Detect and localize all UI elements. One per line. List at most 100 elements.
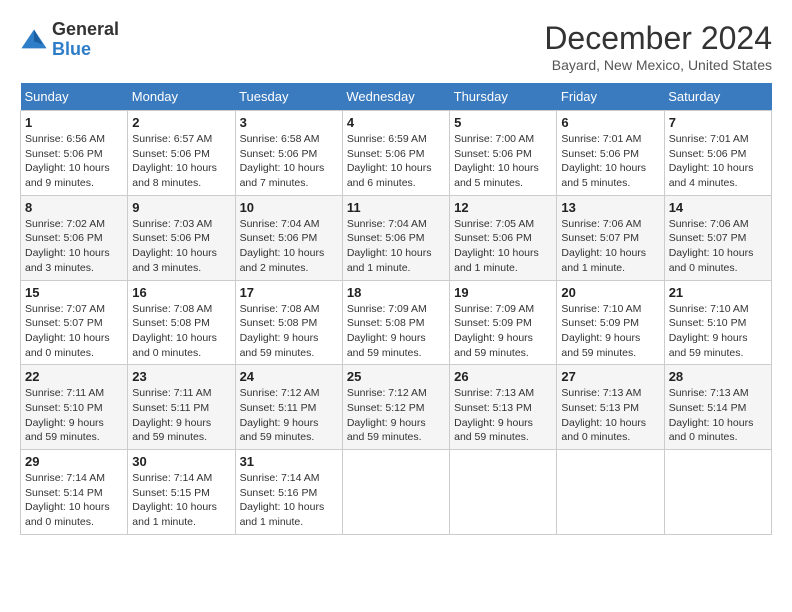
calendar-cell: 27 Sunrise: 7:13 AM Sunset: 5:13 PM Dayl… xyxy=(557,365,664,450)
day-number: 8 xyxy=(25,200,123,215)
day-number: 17 xyxy=(240,285,338,300)
calendar-cell: 9 Sunrise: 7:03 AM Sunset: 5:06 PM Dayli… xyxy=(128,195,235,280)
day-number: 30 xyxy=(132,454,230,469)
calendar-cell: 23 Sunrise: 7:11 AM Sunset: 5:11 PM Dayl… xyxy=(128,365,235,450)
logo-blue-text: Blue xyxy=(52,39,91,59)
weekday-header: Tuesday xyxy=(235,83,342,111)
day-number: 2 xyxy=(132,115,230,130)
weekday-header: Friday xyxy=(557,83,664,111)
calendar-cell: 5 Sunrise: 7:00 AM Sunset: 5:06 PM Dayli… xyxy=(450,111,557,196)
logo-general-text: General xyxy=(52,19,119,39)
day-number: 10 xyxy=(240,200,338,215)
calendar-week-row: 15 Sunrise: 7:07 AM Sunset: 5:07 PM Dayl… xyxy=(21,280,772,365)
calendar-cell: 4 Sunrise: 6:59 AM Sunset: 5:06 PM Dayli… xyxy=(342,111,449,196)
logo: General Blue xyxy=(20,20,119,60)
day-info: Sunrise: 6:57 AM Sunset: 5:06 PM Dayligh… xyxy=(132,132,230,191)
calendar-cell: 21 Sunrise: 7:10 AM Sunset: 5:10 PM Dayl… xyxy=(664,280,771,365)
day-number: 9 xyxy=(132,200,230,215)
day-number: 29 xyxy=(25,454,123,469)
weekday-header: Thursday xyxy=(450,83,557,111)
day-info: Sunrise: 7:02 AM Sunset: 5:06 PM Dayligh… xyxy=(25,217,123,276)
day-info: Sunrise: 7:13 AM Sunset: 5:14 PM Dayligh… xyxy=(669,386,767,445)
day-info: Sunrise: 7:09 AM Sunset: 5:09 PM Dayligh… xyxy=(454,302,552,361)
calendar-table: SundayMondayTuesdayWednesdayThursdayFrid… xyxy=(20,83,772,535)
calendar-cell: 31 Sunrise: 7:14 AM Sunset: 5:16 PM Dayl… xyxy=(235,450,342,535)
day-info: Sunrise: 7:04 AM Sunset: 5:06 PM Dayligh… xyxy=(240,217,338,276)
day-number: 13 xyxy=(561,200,659,215)
day-number: 1 xyxy=(25,115,123,130)
calendar-week-row: 8 Sunrise: 7:02 AM Sunset: 5:06 PM Dayli… xyxy=(21,195,772,280)
calendar-cell: 12 Sunrise: 7:05 AM Sunset: 5:06 PM Dayl… xyxy=(450,195,557,280)
calendar-header-row: SundayMondayTuesdayWednesdayThursdayFrid… xyxy=(21,83,772,111)
day-number: 5 xyxy=(454,115,552,130)
page-header: General Blue December 2024 Bayard, New M… xyxy=(20,20,772,73)
calendar-cell xyxy=(664,450,771,535)
day-info: Sunrise: 7:09 AM Sunset: 5:08 PM Dayligh… xyxy=(347,302,445,361)
day-info: Sunrise: 7:10 AM Sunset: 5:10 PM Dayligh… xyxy=(669,302,767,361)
calendar-cell: 3 Sunrise: 6:58 AM Sunset: 5:06 PM Dayli… xyxy=(235,111,342,196)
day-number: 4 xyxy=(347,115,445,130)
day-info: Sunrise: 7:01 AM Sunset: 5:06 PM Dayligh… xyxy=(669,132,767,191)
day-number: 26 xyxy=(454,369,552,384)
day-number: 12 xyxy=(454,200,552,215)
calendar-cell: 13 Sunrise: 7:06 AM Sunset: 5:07 PM Dayl… xyxy=(557,195,664,280)
calendar-cell: 30 Sunrise: 7:14 AM Sunset: 5:15 PM Dayl… xyxy=(128,450,235,535)
day-number: 15 xyxy=(25,285,123,300)
day-info: Sunrise: 7:04 AM Sunset: 5:06 PM Dayligh… xyxy=(347,217,445,276)
calendar-cell: 25 Sunrise: 7:12 AM Sunset: 5:12 PM Dayl… xyxy=(342,365,449,450)
calendar-cell: 22 Sunrise: 7:11 AM Sunset: 5:10 PM Dayl… xyxy=(21,365,128,450)
calendar-cell: 7 Sunrise: 7:01 AM Sunset: 5:06 PM Dayli… xyxy=(664,111,771,196)
calendar-cell: 15 Sunrise: 7:07 AM Sunset: 5:07 PM Dayl… xyxy=(21,280,128,365)
day-info: Sunrise: 6:59 AM Sunset: 5:06 PM Dayligh… xyxy=(347,132,445,191)
calendar-cell: 14 Sunrise: 7:06 AM Sunset: 5:07 PM Dayl… xyxy=(664,195,771,280)
day-info: Sunrise: 7:13 AM Sunset: 5:13 PM Dayligh… xyxy=(561,386,659,445)
day-info: Sunrise: 7:11 AM Sunset: 5:11 PM Dayligh… xyxy=(132,386,230,445)
day-number: 24 xyxy=(240,369,338,384)
day-number: 31 xyxy=(240,454,338,469)
day-info: Sunrise: 7:14 AM Sunset: 5:15 PM Dayligh… xyxy=(132,471,230,530)
day-info: Sunrise: 7:06 AM Sunset: 5:07 PM Dayligh… xyxy=(561,217,659,276)
day-number: 22 xyxy=(25,369,123,384)
day-info: Sunrise: 6:58 AM Sunset: 5:06 PM Dayligh… xyxy=(240,132,338,191)
day-number: 20 xyxy=(561,285,659,300)
weekday-header: Wednesday xyxy=(342,83,449,111)
calendar-cell: 26 Sunrise: 7:13 AM Sunset: 5:13 PM Dayl… xyxy=(450,365,557,450)
day-info: Sunrise: 7:00 AM Sunset: 5:06 PM Dayligh… xyxy=(454,132,552,191)
calendar-cell: 11 Sunrise: 7:04 AM Sunset: 5:06 PM Dayl… xyxy=(342,195,449,280)
calendar-cell xyxy=(557,450,664,535)
location: Bayard, New Mexico, United States xyxy=(544,57,772,73)
day-number: 16 xyxy=(132,285,230,300)
calendar-cell: 17 Sunrise: 7:08 AM Sunset: 5:08 PM Dayl… xyxy=(235,280,342,365)
day-number: 19 xyxy=(454,285,552,300)
day-number: 7 xyxy=(669,115,767,130)
day-number: 25 xyxy=(347,369,445,384)
day-info: Sunrise: 7:07 AM Sunset: 5:07 PM Dayligh… xyxy=(25,302,123,361)
calendar-cell: 18 Sunrise: 7:09 AM Sunset: 5:08 PM Dayl… xyxy=(342,280,449,365)
calendar-cell: 6 Sunrise: 7:01 AM Sunset: 5:06 PM Dayli… xyxy=(557,111,664,196)
day-number: 21 xyxy=(669,285,767,300)
day-number: 6 xyxy=(561,115,659,130)
day-number: 3 xyxy=(240,115,338,130)
calendar-week-row: 29 Sunrise: 7:14 AM Sunset: 5:14 PM Dayl… xyxy=(21,450,772,535)
calendar-week-row: 22 Sunrise: 7:11 AM Sunset: 5:10 PM Dayl… xyxy=(21,365,772,450)
day-info: Sunrise: 7:10 AM Sunset: 5:09 PM Dayligh… xyxy=(561,302,659,361)
day-number: 27 xyxy=(561,369,659,384)
weekday-header: Sunday xyxy=(21,83,128,111)
calendar-cell: 16 Sunrise: 7:08 AM Sunset: 5:08 PM Dayl… xyxy=(128,280,235,365)
calendar-cell: 20 Sunrise: 7:10 AM Sunset: 5:09 PM Dayl… xyxy=(557,280,664,365)
day-number: 23 xyxy=(132,369,230,384)
day-info: Sunrise: 7:12 AM Sunset: 5:12 PM Dayligh… xyxy=(347,386,445,445)
calendar-cell xyxy=(450,450,557,535)
calendar-cell: 10 Sunrise: 7:04 AM Sunset: 5:06 PM Dayl… xyxy=(235,195,342,280)
day-number: 18 xyxy=(347,285,445,300)
logo-icon xyxy=(20,26,48,54)
day-info: Sunrise: 7:13 AM Sunset: 5:13 PM Dayligh… xyxy=(454,386,552,445)
day-info: Sunrise: 7:01 AM Sunset: 5:06 PM Dayligh… xyxy=(561,132,659,191)
calendar-cell: 29 Sunrise: 7:14 AM Sunset: 5:14 PM Dayl… xyxy=(21,450,128,535)
day-info: Sunrise: 7:11 AM Sunset: 5:10 PM Dayligh… xyxy=(25,386,123,445)
month-title: December 2024 xyxy=(544,20,772,57)
calendar-cell: 2 Sunrise: 6:57 AM Sunset: 5:06 PM Dayli… xyxy=(128,111,235,196)
day-number: 28 xyxy=(669,369,767,384)
day-info: Sunrise: 7:08 AM Sunset: 5:08 PM Dayligh… xyxy=(132,302,230,361)
day-info: Sunrise: 7:05 AM Sunset: 5:06 PM Dayligh… xyxy=(454,217,552,276)
